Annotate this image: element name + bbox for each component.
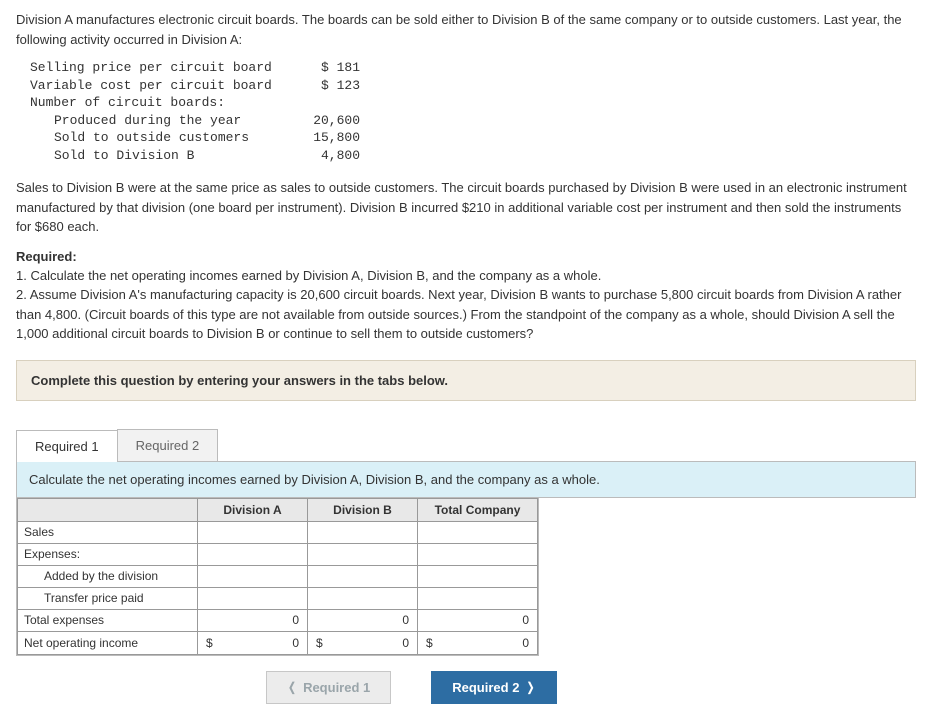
next-button-label: Required 2 (452, 680, 519, 695)
row-value: 4,800 (290, 147, 360, 165)
table-row: Expenses: (18, 543, 538, 565)
row-label: Number of circuit boards: (30, 94, 290, 112)
tab-required-2[interactable]: Required 2 (117, 429, 219, 461)
input-cell[interactable] (198, 587, 308, 609)
header-division-a: Division A (198, 498, 308, 521)
calc-table: Division A Division B Total Company Sale… (17, 498, 538, 655)
row-label: Variable cost per circuit board (30, 77, 290, 95)
input-cell[interactable] (198, 543, 308, 565)
header-division-b: Division B (308, 498, 418, 521)
row-value: $ 181 (290, 59, 360, 77)
next-button[interactable]: Required 2 ❭ (431, 671, 556, 704)
table-row: Transfer price paid (18, 587, 538, 609)
row-value: $ 123 (290, 77, 360, 95)
row-sales-label: Sales (18, 521, 198, 543)
input-cell[interactable] (308, 521, 418, 543)
noi-c: $0 (418, 631, 538, 654)
row-value: 20,600 (290, 112, 360, 130)
chevron-left-icon: ❬ (287, 680, 297, 694)
required-heading: Required: (16, 249, 916, 264)
header-total-company: Total Company (418, 498, 538, 521)
row-total-expenses-label: Total expenses (18, 609, 198, 631)
input-cell[interactable] (418, 565, 538, 587)
required-text: 1. Calculate the net operating incomes e… (16, 266, 916, 344)
input-cell[interactable] (308, 565, 418, 587)
input-cell[interactable] (198, 521, 308, 543)
total-exp-b: 0 (308, 609, 418, 631)
input-cell[interactable] (418, 587, 538, 609)
input-cell[interactable] (308, 543, 418, 565)
prev-button[interactable]: ❬ Required 1 (266, 671, 391, 704)
row-label: Sold to outside customers (30, 129, 290, 147)
row-label: Produced during the year (30, 112, 290, 130)
total-exp-c: 0 (418, 609, 538, 631)
input-cell[interactable] (198, 565, 308, 587)
input-cell[interactable] (418, 543, 538, 565)
prev-button-label: Required 1 (303, 680, 370, 695)
chevron-right-icon: ❭ (525, 680, 535, 694)
row-value: 15,800 (290, 129, 360, 147)
noi-b: $0 (308, 631, 418, 654)
input-cell[interactable] (308, 587, 418, 609)
row-transfer-label: Transfer price paid (18, 587, 198, 609)
row-label: Selling price per circuit board (30, 59, 290, 77)
total-exp-a: 0 (198, 609, 308, 631)
tabs-row: Required 1 Required 2 (16, 429, 916, 462)
table-row: Total expenses 0 0 0 (18, 609, 538, 631)
corner-cell (18, 498, 198, 521)
paragraph-2: Sales to Division B were at the same pri… (16, 178, 916, 237)
input-cell[interactable] (418, 521, 538, 543)
tab-instruction: Calculate the net operating incomes earn… (16, 462, 916, 498)
table-row: Net operating income $0 $0 $0 (18, 631, 538, 654)
row-added-label: Added by the division (18, 565, 198, 587)
intro-text: Division A manufactures electronic circu… (16, 10, 916, 49)
tab-required-1[interactable]: Required 1 (16, 430, 118, 462)
table-row: Sales (18, 521, 538, 543)
row-label: Sold to Division B (30, 147, 290, 165)
row-noi-label: Net operating income (18, 631, 198, 654)
instruction-bar: Complete this question by entering your … (16, 360, 916, 401)
activity-data-block: Selling price per circuit board$ 181 Var… (30, 59, 916, 164)
table-row: Added by the division (18, 565, 538, 587)
noi-a: $0 (198, 631, 308, 654)
row-expenses-label: Expenses: (18, 543, 198, 565)
